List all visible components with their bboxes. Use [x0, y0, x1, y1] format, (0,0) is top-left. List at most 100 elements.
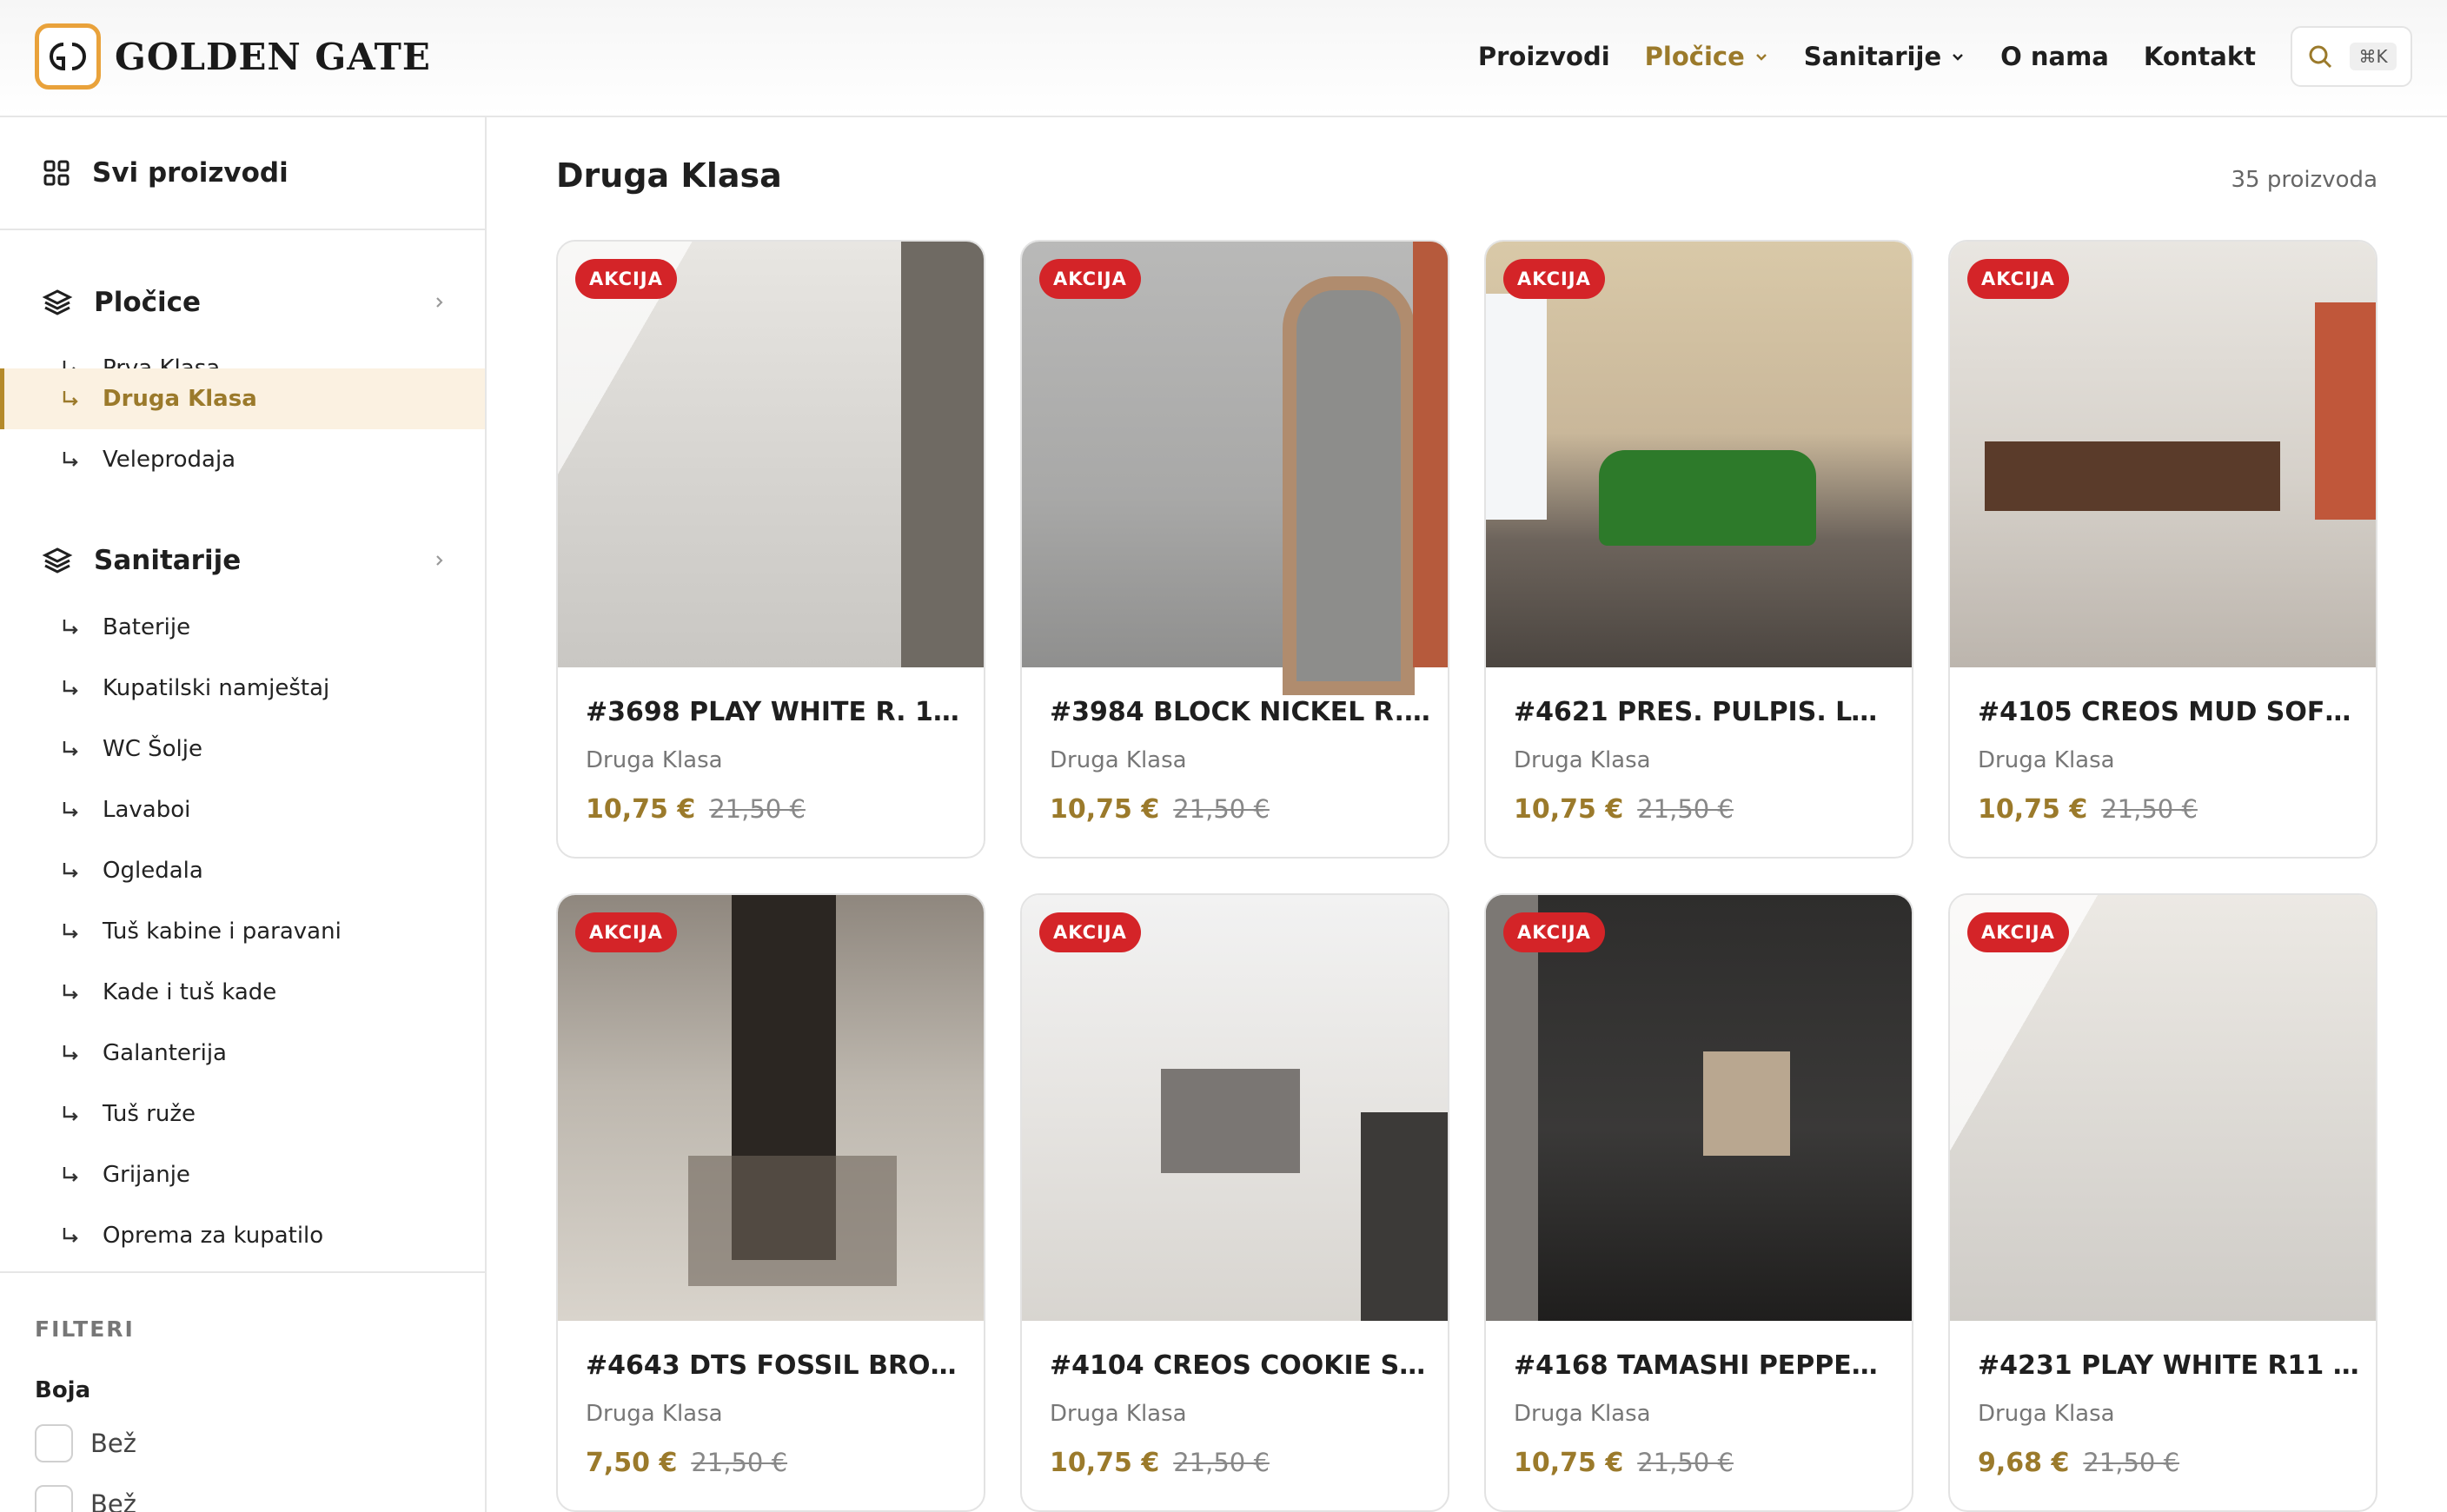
- sidebar-item-label: Tuš kabine i paravani: [103, 918, 342, 945]
- search-shortcut: ⌘K: [2350, 43, 2397, 70]
- sale-badge: AKCIJA: [575, 912, 677, 952]
- product-image[interactable]: [1950, 242, 2376, 667]
- nav-label: Kontakt: [2143, 42, 2256, 71]
- nav-label: Sanitarije: [1803, 42, 1942, 71]
- chevron-down-icon: [1953, 54, 1963, 61]
- product-card[interactable]: AKCIJA #4231 PLAY WHITE R11 R. 8... Drug…: [1948, 893, 2377, 1512]
- filter-option[interactable]: Bež: [35, 1485, 136, 1512]
- nav-proizvodi[interactable]: Proizvodi: [1478, 42, 1610, 71]
- price-old: 21,50 €: [2101, 794, 2198, 824]
- return-arrow-icon: [63, 620, 78, 634]
- product-name[interactable]: #4621 PRES. PULPIS. LUC. ...: [1514, 697, 1896, 727]
- price-old: 21,50 €: [1637, 794, 1734, 824]
- filter-option-label: Bež: [90, 1489, 136, 1512]
- sidebar-item-kade[interactable]: Kade i tuš kade: [0, 962, 485, 1023]
- return-arrow-icon: [63, 452, 78, 467]
- sidebar-all-products[interactable]: Svi proizvodi: [0, 117, 485, 230]
- sidebar-item-label: Grijanje: [103, 1162, 190, 1188]
- sidebar-item-tus-ruze[interactable]: Tuš ruže: [0, 1084, 485, 1144]
- product-image[interactable]: [1022, 242, 1448, 695]
- search-button[interactable]: ⌘K: [2291, 26, 2412, 87]
- product-category: Druga Klasa: [586, 1401, 723, 1427]
- product-prices: 10,75 € 21,50 €: [1050, 1448, 1270, 1478]
- layers-icon: [42, 547, 73, 574]
- price-old: 21,50 €: [1637, 1448, 1734, 1477]
- sidebar-item-grijanje[interactable]: Grijanje: [0, 1144, 485, 1205]
- sidebar-item-ogledala[interactable]: Ogledala: [0, 840, 485, 901]
- product-prices: 10,75 € 21,50 €: [1514, 1448, 1734, 1478]
- sidebar-section-plocice[interactable]: Pločice: [0, 268, 485, 337]
- product-card[interactable]: AKCIJA #4105 CREOS MUD SOFT R... Druga K…: [1948, 240, 2377, 859]
- price-old: 21,50 €: [1173, 794, 1270, 824]
- sidebar-item-baterije[interactable]: Baterije: [0, 597, 485, 658]
- sidebar-item-label: Oprema za kupatilo: [103, 1223, 324, 1249]
- product-name[interactable]: #4168 TAMASHI PEPPER M...: [1514, 1350, 1896, 1381]
- nav-plocice[interactable]: Pločice: [1645, 42, 1769, 71]
- checkbox[interactable]: [35, 1424, 73, 1462]
- product-card[interactable]: AKCIJA #3698 PLAY WHITE R. 120x... Druga…: [556, 240, 985, 859]
- product-name[interactable]: #4231 PLAY WHITE R11 R. 8...: [1978, 1350, 2360, 1381]
- product-prices: 7,50 € 21,50 €: [586, 1448, 787, 1478]
- price-current: 10,75 €: [1978, 794, 2088, 825]
- product-card[interactable]: AKCIJA #4621 PRES. PULPIS. LUC. ... Drug…: [1484, 240, 1913, 859]
- product-category: Druga Klasa: [1514, 747, 1651, 773]
- product-name[interactable]: #4643 DTS FOSSIL BROWN...: [586, 1350, 968, 1381]
- price-old: 21,50 €: [2083, 1448, 2180, 1477]
- nav-o-nama[interactable]: O nama: [2000, 42, 2109, 71]
- nav-label: Pločice: [1644, 42, 1745, 71]
- sidebar-item-oprema[interactable]: Oprema za kupatilo: [0, 1205, 485, 1266]
- product-image[interactable]: [1486, 895, 1912, 1321]
- product-image[interactable]: [1022, 895, 1448, 1321]
- sidebar-item-lavaboi[interactable]: Lavaboi: [0, 779, 485, 840]
- return-arrow-icon: [63, 863, 78, 878]
- product-name[interactable]: #4105 CREOS MUD SOFT R...: [1978, 697, 2360, 727]
- return-arrow-icon: [63, 1106, 78, 1121]
- filter-option-label: Bež: [90, 1429, 136, 1458]
- sale-badge: AKCIJA: [1503, 912, 1605, 952]
- sidebar-item-label: Tuš ruže: [103, 1101, 196, 1127]
- price-current: 10,75 €: [586, 794, 696, 825]
- section-label: Pločice: [94, 287, 202, 318]
- product-name[interactable]: #3698 PLAY WHITE R. 120x...: [586, 697, 968, 727]
- product-name[interactable]: #4104 CREOS COOKIE SOF...: [1050, 1350, 1432, 1381]
- product-category: Druga Klasa: [1514, 1401, 1651, 1427]
- filter-option[interactable]: Bež: [35, 1424, 136, 1462]
- product-card[interactable]: AKCIJA #3984 BLOCK NICKEL R. 75... Druga…: [1020, 240, 1449, 859]
- return-arrow-icon: [63, 1228, 78, 1243]
- price-old: 21,50 €: [1173, 1448, 1270, 1477]
- product-name[interactable]: #3984 BLOCK NICKEL R. 75...: [1050, 697, 1432, 727]
- sale-badge: AKCIJA: [575, 259, 677, 299]
- product-prices: 10,75 € 21,50 €: [1050, 794, 1270, 825]
- nav-kontakt[interactable]: Kontakt: [2144, 42, 2256, 71]
- product-card[interactable]: AKCIJA #4643 DTS FOSSIL BROWN... Druga K…: [556, 893, 985, 1512]
- sidebar-section-sanitarije[interactable]: Sanitarije: [0, 526, 485, 595]
- sidebar-item-label: Kade i tuš kade: [103, 979, 277, 1005]
- nav-sanitarije[interactable]: Sanitarije: [1804, 42, 1966, 71]
- product-card[interactable]: AKCIJA #4104 CREOS COOKIE SOF... Druga K…: [1020, 893, 1449, 1512]
- sidebar-item-druga-klasa[interactable]: Druga Klasa: [0, 368, 485, 429]
- logo[interactable]: GOLDEN GATE: [35, 23, 431, 90]
- product-image[interactable]: [558, 895, 984, 1321]
- product-count: 35 proizvoda: [2231, 167, 2377, 193]
- sidebar-item-label: Druga Klasa: [103, 386, 257, 412]
- product-card[interactable]: AKCIJA #4168 TAMASHI PEPPER M... Druga K…: [1484, 893, 1913, 1512]
- product-image[interactable]: [1950, 895, 2376, 1321]
- sidebar: Svi proizvodi Pločice Prva Klasa Druga K…: [0, 117, 487, 1512]
- checkbox[interactable]: [35, 1485, 73, 1512]
- sidebar-item-veleprodaja[interactable]: Veleprodaja: [0, 429, 485, 490]
- sidebar-item-tus-kabine[interactable]: Tuš kabine i paravani: [0, 901, 485, 962]
- product-image[interactable]: [558, 242, 984, 667]
- price-current: 10,75 €: [1514, 794, 1624, 825]
- sidebar-item-label: Galanterija: [103, 1040, 227, 1066]
- sidebar-item-label: Veleprodaja: [103, 447, 236, 473]
- return-arrow-icon: [63, 741, 78, 756]
- sidebar-item-wc-solje[interactable]: WC Šolje: [0, 719, 485, 779]
- return-arrow-icon: [63, 391, 78, 406]
- sale-badge: AKCIJA: [1967, 912, 2069, 952]
- return-arrow-icon: [63, 802, 78, 817]
- sidebar-item-kupatilski-namjestaj[interactable]: Kupatilski namještaj: [0, 658, 485, 719]
- sidebar-item-galanterija[interactable]: Galanterija: [0, 1023, 485, 1084]
- product-image[interactable]: [1486, 242, 1912, 667]
- filters-panel: FILTERI Boja Bež Bež: [0, 1271, 485, 1512]
- sidebar-item-label: Ogledala: [103, 858, 203, 884]
